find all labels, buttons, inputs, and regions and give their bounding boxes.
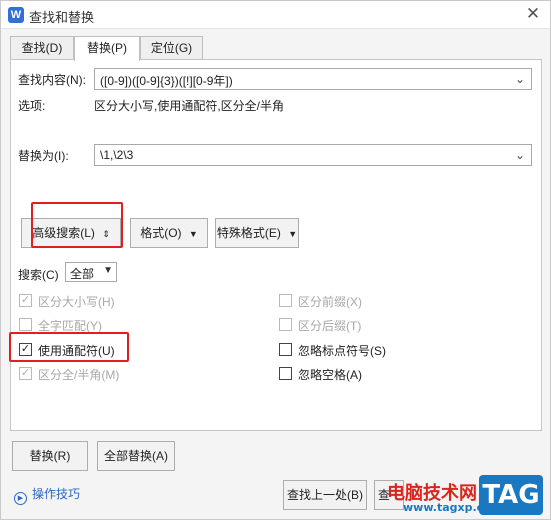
format-button[interactable]: 格式(O) ▼ [130,218,208,248]
replace-button[interactable]: 替换(R) [12,441,88,471]
match-suffix-checkbox[interactable] [279,318,292,331]
replace-panel: 查找内容(N): ([0-9])([0-9]{3})([!][0-9年]) ⌄ … [9,59,542,431]
format-label: 格式(O) [140,226,182,240]
match-prefix-label: 区分前缀(X) [298,295,362,309]
wps-writer-icon: W [8,7,24,23]
find-replace-dialog: W 查找和替换 ✕ 查找(D) 替换(P) 定位(G) 查找内容(N): ([0… [0,0,551,520]
find-what-combobox[interactable]: ([0-9])([0-9]{3})([!][0-9年]) ⌄ [94,68,532,90]
match-prefix-checkbox[interactable] [279,294,292,307]
advanced-search-button[interactable]: 高级搜索(L) ⇕ [21,218,121,248]
expand-icon: ⇕ [102,229,110,239]
chevron-down-icon[interactable]: ⌄ [513,147,527,163]
chevron-down-icon[interactable]: ⌄ [513,71,527,87]
caret-down-icon: ▼ [188,229,198,239]
caret-down-icon: ▼ [103,265,113,276]
use-wildcards-label: 使用通配符(U) [38,344,115,358]
match-width-label: 区分全/半角(M) [38,368,120,382]
tab-find[interactable]: 查找(D) [10,36,74,60]
replace-label: 替换为(I): [18,149,69,163]
tab-replace[interactable]: 替换(P) [74,36,140,61]
advanced-search-label: 高级搜索(L) [32,226,95,240]
play-icon: ▶ [14,492,27,505]
match-case-label: 区分大小写(H) [38,295,115,309]
tips-label: 操作技巧 [32,487,81,501]
search-direction-value: 全部 [70,267,95,281]
title-bar: W 查找和替换 ✕ [1,1,550,29]
search-label: 搜索(C) [18,268,59,282]
ignore-space-checkbox[interactable] [279,367,292,380]
replace-with-combobox[interactable]: \1,\2\3 ⌄ [94,144,532,166]
close-icon[interactable]: ✕ [522,3,544,25]
find-what-value: ([0-9])([0-9]{3})([!][0-9年]) [100,74,233,88]
ignore-space-label: 忽略空格(A) [298,368,362,382]
match-case-checkbox[interactable]: ✓ [19,294,32,307]
match-suffix-label: 区分后缀(T) [298,319,362,333]
whole-word-label: 全字匹配(Y) [38,319,102,333]
tag-logo: TAG [479,475,543,515]
ignore-punctuation-label: 忽略标点符号(S) [298,344,386,358]
search-direction-select[interactable]: 全部 ▼ [65,262,117,282]
options-summary: 区分大小写,使用通配符,区分全/半角 [94,99,285,113]
use-wildcards-checkbox[interactable]: ✓ [19,343,32,356]
match-width-checkbox[interactable]: ✓ [19,367,32,380]
tab-goto[interactable]: 定位(G) [140,36,203,60]
whole-word-checkbox[interactable] [19,318,32,331]
special-format-button[interactable]: 特殊格式(E) ▼ [215,218,299,248]
options-label: 选项: [18,99,46,113]
find-previous-button[interactable]: 查找上一处(B) [283,480,367,510]
tips-link[interactable]: ▶ 操作技巧 [14,485,80,505]
replace-all-button[interactable]: 全部替换(A) [97,441,175,471]
special-format-label: 特殊格式(E) [216,226,281,240]
window-title: 查找和替换 [29,10,95,25]
find-label: 查找内容(N): [18,73,86,87]
caret-down-icon: ▼ [288,229,298,239]
ignore-punctuation-checkbox[interactable] [279,343,292,356]
replace-with-value: \1,\2\3 [100,148,134,162]
